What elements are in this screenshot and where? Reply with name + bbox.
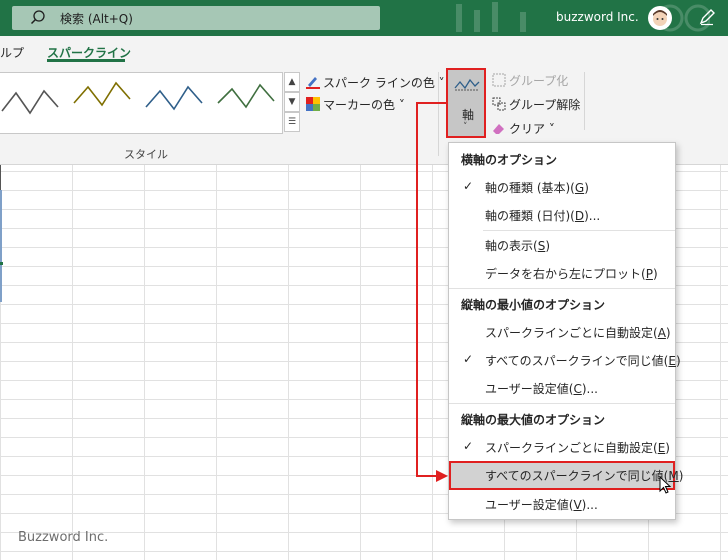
menu-item-axis-type-date[interactable]: 軸の種類 (日付)(D)... [485, 207, 600, 224]
axis-dropdown-menu: 横軸のオプション ✓ 軸の種類 (基本)(G) 軸の種類 (日付)(D)... … [448, 142, 683, 520]
clear-icon [493, 124, 504, 134]
sparkline-color-label: スパーク ラインの色 [323, 76, 435, 90]
annotation-connector [416, 102, 418, 477]
ungroup-icon [492, 97, 506, 111]
clear-button[interactable]: クリア ˅ [492, 120, 555, 137]
menu-item-plot-right-to-left[interactable]: データを右から左にプロット(P) [485, 265, 658, 282]
annotation-connector [416, 102, 446, 104]
menu-header-vertical-max: 縦軸の最大値のオプション [461, 413, 606, 427]
avatar[interactable] [648, 6, 672, 30]
marker-color-icon [306, 97, 320, 111]
gallery-scroll-up[interactable]: ▲ [284, 72, 300, 92]
menu-item-min-custom[interactable]: ユーザー設定値(C)... [485, 380, 598, 397]
axis-label: 軸 [462, 108, 475, 122]
axis-button[interactable]: 軸 ˅ [446, 68, 486, 138]
sparkline-color-button[interactable]: スパーク ラインの色 ˅ [306, 74, 445, 91]
checkmark-icon: ✓ [463, 439, 474, 453]
pen-icon[interactable] [698, 8, 716, 26]
menu-item-max-same[interactable]: すべてのスパークラインで同じ値(M) [485, 467, 683, 484]
ribbon-separator [584, 72, 585, 130]
menu-separator [483, 230, 675, 231]
tab-help[interactable]: ルプ [0, 44, 24, 61]
style-gallery[interactable] [0, 72, 283, 134]
group-icon [492, 73, 506, 87]
menu-item-axis-type-general[interactable]: 軸の種類 (基本)(G) [485, 179, 589, 196]
search-placeholder: 検索 (Alt+Q) [60, 12, 133, 26]
sparkline-style-previews [1, 81, 275, 115]
gallery-more-button[interactable]: ☰ [284, 112, 300, 132]
group-label: グループ化 [509, 74, 569, 88]
annotation-arrowhead [436, 470, 448, 482]
marker-color-label: マーカーの色 [323, 98, 396, 112]
selection-handle[interactable] [0, 262, 3, 265]
gallery-scroll-down[interactable]: ▼ [284, 92, 300, 112]
account-name[interactable]: buzzword Inc. [556, 10, 639, 24]
active-tab-indicator [47, 59, 125, 62]
annotation-connector [416, 475, 438, 477]
menu-header-vertical-min: 縦軸の最小値のオプション [461, 298, 606, 312]
menu-separator [449, 403, 675, 404]
selected-range-edge [0, 190, 2, 302]
search-icon [30, 10, 45, 25]
ungroup-label: グループ解除 [509, 98, 581, 112]
menu-item-max-custom[interactable]: ユーザー設定値(V)... [485, 496, 598, 513]
axis-icon [454, 78, 480, 91]
group-button[interactable]: グループ化 [492, 72, 568, 89]
sparkline-color-icon [306, 77, 320, 89]
style-group-label: スタイル [124, 148, 168, 161]
checkmark-icon: ✓ [463, 179, 474, 193]
watermark: Buzzword Inc. [18, 530, 109, 545]
title-bar: 検索 (Alt+Q) buzzword Inc. [0, 0, 728, 36]
menu-item-min-auto[interactable]: スパークラインごとに自動設定(A) [485, 324, 671, 341]
mouse-cursor-icon [659, 476, 672, 494]
menu-item-show-axis[interactable]: 軸の表示(S) [485, 237, 550, 254]
marker-color-button[interactable]: マーカーの色 ˅ [306, 96, 405, 113]
menu-item-max-auto[interactable]: スパークラインごとに自動設定(E) [485, 439, 670, 456]
ungroup-button[interactable]: グループ解除 [492, 96, 580, 113]
search-box[interactable]: 検索 (Alt+Q) [12, 6, 380, 30]
menu-item-min-same[interactable]: すべてのスパークラインで同じ値(E) [485, 352, 681, 369]
chevron-down-icon: ˅ [463, 122, 468, 132]
checkmark-icon: ✓ [463, 352, 474, 366]
clear-label: クリア [509, 122, 546, 136]
menu-separator [449, 288, 675, 289]
cell-border [0, 165, 1, 190]
menu-header-horizontal-axis: 横軸のオプション [461, 153, 558, 167]
